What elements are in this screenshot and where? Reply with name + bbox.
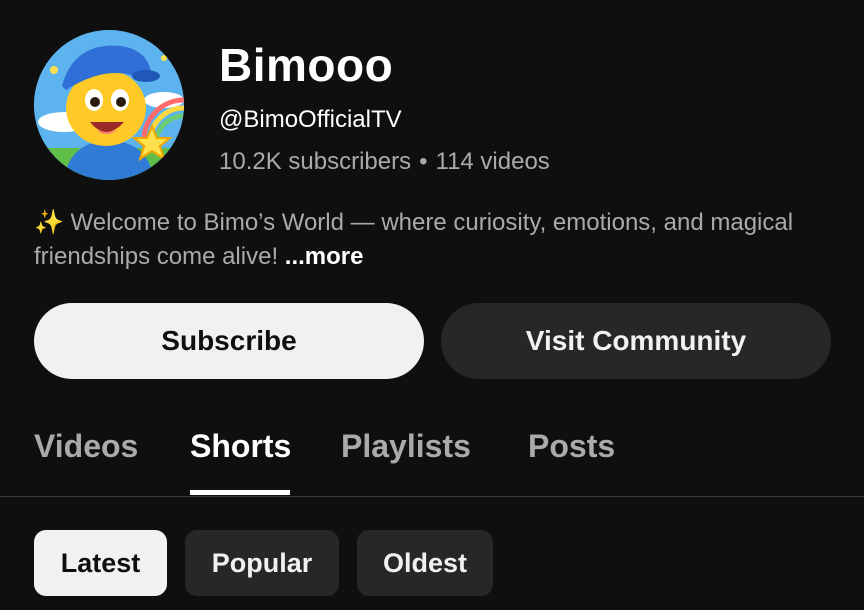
active-tab-indicator	[190, 490, 290, 495]
tab-posts[interactable]: Posts	[528, 428, 615, 465]
tab-videos[interactable]: Videos	[34, 428, 138, 465]
description-text: Welcome to Bimo’s World — where curiosit…	[34, 209, 794, 270]
tab-shorts[interactable]: Shorts	[190, 428, 291, 465]
channel-stats: 10.2K subscribers • 114 videos	[219, 148, 550, 176]
filter-latest-chip[interactable]: Latest	[34, 530, 167, 596]
channel-avatar[interactable]	[34, 30, 184, 180]
channel-name: Bimooo	[219, 39, 394, 91]
subscriber-count: 10.2K subscribers	[219, 148, 412, 175]
channel-header: Bimooo @BimoOfficialTV 10.2K subscribers…	[34, 30, 834, 182]
tab-playlists[interactable]: Playlists	[341, 428, 471, 465]
channel-handle: @BimoOfficialTV	[219, 106, 402, 133]
sparkles-icon: ✨	[34, 209, 64, 236]
video-count: 114 videos	[435, 148, 550, 175]
subscribe-button[interactable]: Subscribe	[34, 303, 424, 379]
channel-description[interactable]: ✨ Welcome to Bimo’s World — where curios…	[34, 206, 814, 274]
filter-popular-chip[interactable]: Popular	[185, 530, 339, 596]
channel-tabs: Videos Shorts Playlists Posts	[0, 410, 864, 497]
avatar-illustration	[34, 30, 184, 180]
more-link[interactable]: ...more	[285, 243, 364, 270]
visit-community-button[interactable]: Visit Community	[441, 303, 831, 379]
filter-oldest-chip[interactable]: Oldest	[357, 530, 493, 596]
stats-separator: •	[419, 148, 428, 175]
